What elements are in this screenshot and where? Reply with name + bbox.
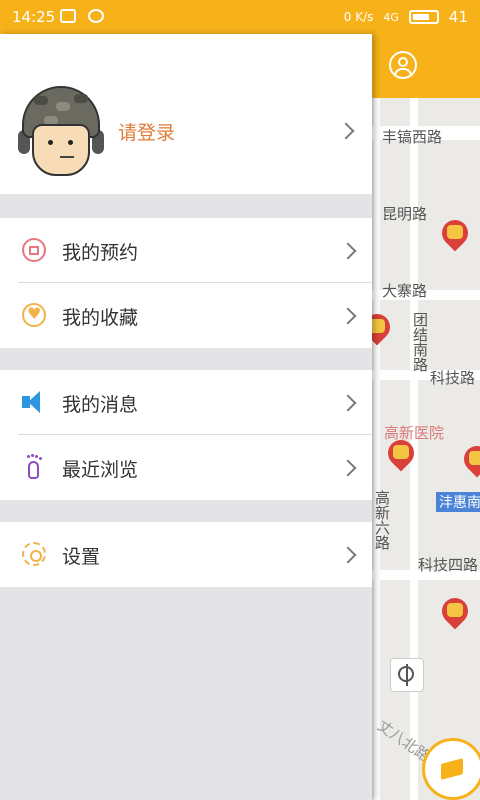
- menu-item-label: 最近浏览: [62, 459, 139, 481]
- map-top-bar: [372, 34, 480, 98]
- menu-item-appointments[interactable]: 我的预约: [0, 218, 372, 283]
- map-marker[interactable]: [372, 308, 396, 346]
- map-view[interactable]: 丰镐西路 昆明路 大寨路 团结南路 科技路 高新医院 沣惠南 高新六路 科技四路…: [372, 34, 480, 800]
- announcement-button[interactable]: [422, 738, 480, 800]
- status-time: 14:25: [12, 8, 56, 26]
- road-label: 昆明路: [382, 205, 428, 223]
- user-profile-icon[interactable]: [389, 51, 417, 79]
- menu-item-recent[interactable]: 最近浏览: [0, 435, 372, 500]
- menu-item-label: 设置: [62, 546, 101, 568]
- speaker-icon: [22, 390, 46, 414]
- map-marker[interactable]: [458, 440, 480, 478]
- network-speed: 0 K/s: [343, 10, 374, 24]
- road-label: 大寨路: [382, 282, 428, 300]
- chevron-right-icon: [339, 394, 357, 412]
- signal-label: 4G: [383, 10, 399, 24]
- menu-item-label: 我的消息: [62, 394, 139, 416]
- map-marker[interactable]: [436, 214, 474, 252]
- heart-icon: [22, 303, 46, 327]
- chevron-right-icon: [339, 546, 357, 564]
- road-label: 科技路: [430, 369, 476, 387]
- status-bar: 14:25 0 K/s 4G 41: [0, 0, 480, 34]
- drawer-header[interactable]: 请登录: [0, 34, 372, 194]
- footprint-icon: [22, 455, 46, 479]
- chevron-right-icon: [339, 459, 357, 477]
- battery-icon: [408, 10, 439, 24]
- login-link[interactable]: 请登录: [118, 118, 175, 145]
- menu-section: 设置: [0, 522, 372, 587]
- menu-section: 我的消息 最近浏览: [0, 370, 372, 500]
- locate-button[interactable]: [390, 658, 424, 692]
- chevron-right-icon: [339, 307, 357, 325]
- menu-item-favorites[interactable]: 我的收藏: [0, 283, 372, 348]
- menu-item-settings[interactable]: 设置: [0, 522, 372, 587]
- menu-item-messages[interactable]: 我的消息: [0, 370, 372, 435]
- map-marker[interactable]: [436, 592, 474, 630]
- map-road: [374, 98, 380, 800]
- gear-icon: [22, 542, 46, 566]
- avatar-face: [32, 124, 90, 176]
- menu-item-label: 我的收藏: [62, 307, 139, 329]
- road-label: 团结南路: [411, 312, 429, 372]
- road-label: 科技四路: [418, 556, 479, 574]
- road-label: 丰镐西路: [382, 128, 443, 146]
- battery-level: 41: [448, 8, 468, 26]
- road-label: 沣惠南: [436, 492, 480, 512]
- image-icon: [60, 9, 76, 23]
- navigation-drawer: 请登录 我的预约 我的收藏 我的消息 最近浏览 设置: [0, 34, 372, 800]
- menu-item-label: 我的预约: [62, 242, 139, 264]
- check-icon: [88, 9, 104, 23]
- chevron-right-icon: [339, 242, 357, 260]
- avatar[interactable]: [18, 86, 104, 178]
- map-marker[interactable]: [382, 434, 420, 472]
- calendar-icon: [22, 238, 46, 262]
- chevron-right-icon: [337, 122, 355, 140]
- road-label: 高新六路: [373, 490, 391, 550]
- menu-section: 我的预约 我的收藏: [0, 218, 372, 348]
